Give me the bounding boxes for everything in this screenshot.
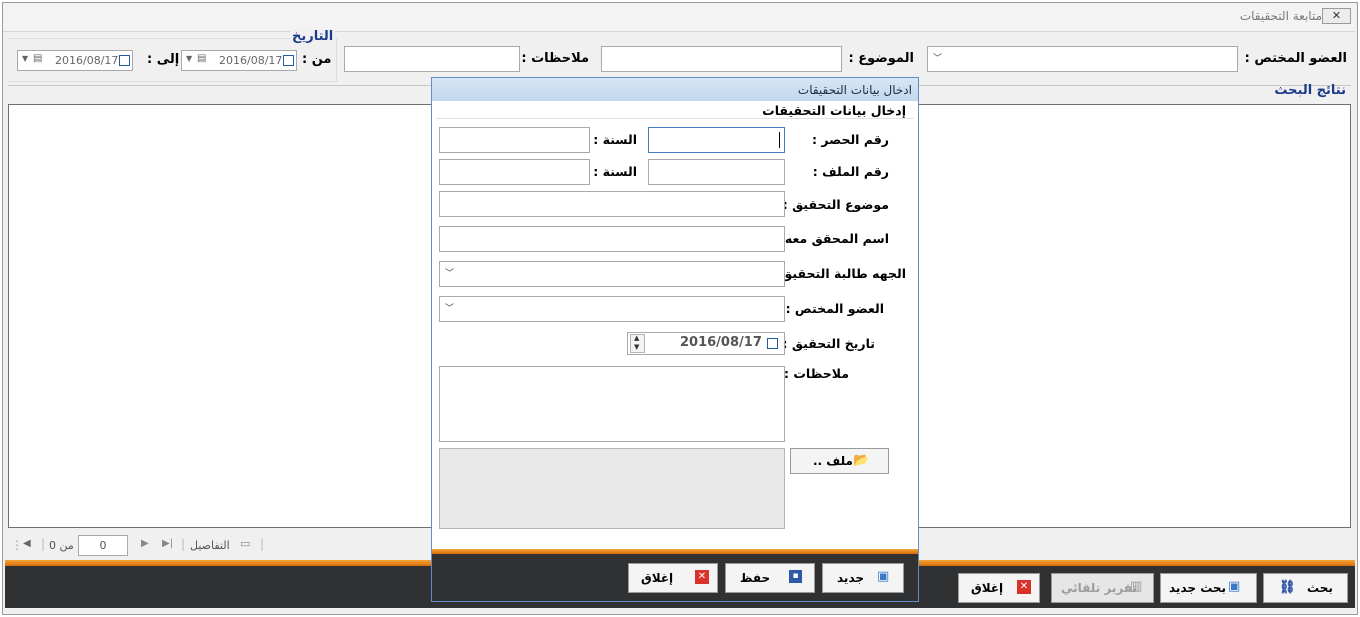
dialog-save-button[interactable]: ▪ حفظ <box>725 563 815 593</box>
nav-divider: | <box>41 537 46 551</box>
dialog-title-bar: ادخال بيانات التحقيقات <box>432 78 918 102</box>
dialog-title: ادخال بيانات التحقيقات <box>797 83 912 97</box>
text-caret <box>779 132 780 148</box>
details-label[interactable]: التفاصيل <box>190 539 230 552</box>
filter-member-combo[interactable]: ﹀ <box>927 46 1238 72</box>
investigation-date-label: تاريخ التحقيق : <box>782 336 875 351</box>
filter-notes-label: ملاحظات : <box>521 51 589 66</box>
filter-notes-input[interactable] <box>344 46 520 72</box>
dialog-notes-label: ملاحظات : <box>783 366 849 381</box>
file-number-input[interactable] <box>648 159 785 185</box>
new-search-button-label: بحث جديد <box>1169 581 1227 595</box>
chevron-down-icon: ﹀ <box>445 269 455 279</box>
close-icon: ✕ <box>1017 580 1031 594</box>
record-count: من 0 <box>49 539 74 552</box>
dialog-member-label: العضو المختص : <box>785 301 884 316</box>
binoculars-icon: ⛓ <box>1279 580 1296 595</box>
spin-up-icon[interactable]: ▲ <box>634 334 639 342</box>
dialog-close-button[interactable]: ✕ إغلاق <box>628 563 718 593</box>
calendar-icon: ▤ <box>33 53 43 64</box>
person-input[interactable] <box>439 226 785 252</box>
title-bar <box>3 3 1355 32</box>
auto-report-button[interactable]: ▥ تقرير تلقائي <box>1051 573 1154 603</box>
results-label: نتائج البحث <box>1274 83 1346 98</box>
from-date-picker[interactable]: 2016/08/17 ▤ ▼ <box>181 50 297 71</box>
dialog-group-label: إدخال بيانات التحقيقات <box>762 103 906 118</box>
attach-file-button[interactable]: 📂 ملف .. <box>790 448 889 474</box>
window-close-button[interactable]: ✕ <box>1322 8 1351 24</box>
year-input[interactable] <box>439 127 590 153</box>
from-date-value: 2016/08/17 <box>219 54 283 67</box>
to-label: إلى : <box>147 52 180 67</box>
to-date-value: 2016/08/17 <box>55 54 119 67</box>
dialog-member-combo[interactable]: ﹀ <box>439 296 785 322</box>
filter-subject-input[interactable] <box>601 46 842 72</box>
file-year-input[interactable] <box>439 159 590 185</box>
date-group-label: التاريخ <box>290 29 336 44</box>
chevron-down-icon: ﹀ <box>445 304 455 314</box>
calendar-icon: ▤ <box>197 53 207 64</box>
filter-subject-label: الموضوع : <box>848 51 914 66</box>
search-button-label: بحث <box>1307 581 1333 595</box>
inventory-input[interactable] <box>648 127 785 153</box>
filter-member-label: العضو المختص : <box>1244 51 1347 66</box>
dialog-group-line <box>436 118 914 119</box>
from-label: من : <box>302 52 332 67</box>
from-date-checkbox[interactable] <box>283 55 294 66</box>
file-year-label: السنة : <box>593 164 637 179</box>
subject-label: موضوع التحقيق : <box>782 197 889 212</box>
close-icon: ✕ <box>695 570 709 584</box>
requester-label: الجهه طالبة التحقيق : <box>771 266 906 281</box>
year-label: السنة : <box>593 132 637 147</box>
to-date-picker[interactable]: 2016/08/17 ▤ ▼ <box>17 50 133 71</box>
chevron-down-icon: ﹀ <box>933 54 943 64</box>
investigation-date-picker[interactable]: 2016/08/17 ▲ ▼ <box>627 332 785 355</box>
to-date-checkbox[interactable] <box>119 55 130 66</box>
close-button-label: إغلاق <box>971 581 1004 595</box>
investigation-date-checkbox[interactable] <box>767 338 778 349</box>
dialog-close-button-label: إغلاق <box>641 571 674 585</box>
dialog-save-button-label: حفظ <box>740 571 771 585</box>
new-document-icon: ▣ <box>877 569 890 584</box>
subject-input[interactable] <box>439 191 785 217</box>
file-number-label: رقم الملف : <box>812 164 889 179</box>
save-icon: ▪ <box>789 570 802 583</box>
close-icon: ✕ <box>1331 9 1342 22</box>
first-record-icon[interactable]: ◀ <box>23 538 31 549</box>
dropdown-arrow-icon[interactable]: ▼ <box>186 54 192 63</box>
investigation-date-value: 2016/08/17 <box>680 335 762 350</box>
spin-down-icon[interactable]: ▼ <box>634 343 639 351</box>
person-label: اسم المحقق معه : <box>775 231 889 246</box>
new-document-icon: ▣ <box>1228 579 1241 594</box>
new-search-button[interactable]: ▣ بحث جديد <box>1160 573 1257 603</box>
inventory-label: رقم الحصر : <box>812 132 889 147</box>
attach-file-button-label: ملف .. <box>813 454 853 468</box>
dialog-notes-textarea[interactable] <box>439 366 785 442</box>
window-title: متابعة التحقيقات <box>1239 9 1322 23</box>
nav-divider: | <box>181 537 186 551</box>
folder-icon: 📂 <box>853 453 870 468</box>
grip-icon: ⋮ <box>11 538 23 552</box>
nav-divider: | <box>260 537 265 551</box>
date-spinner[interactable]: ▲ ▼ <box>630 334 645 353</box>
dropdown-arrow-icon[interactable]: ▼ <box>22 54 28 63</box>
dialog-new-button-label: جديد <box>837 571 865 585</box>
next-record-icon[interactable]: ▶ <box>141 538 149 549</box>
attachment-preview <box>439 448 785 529</box>
details-icon: ▭ <box>240 537 251 550</box>
auto-report-button-label: تقرير تلقائي <box>1061 581 1137 595</box>
requester-combo[interactable]: ﹀ <box>439 261 785 287</box>
close-button[interactable]: ✕ إغلاق <box>958 573 1040 603</box>
dialog-new-button[interactable]: ▣ جديد <box>822 563 904 593</box>
last-record-icon[interactable]: ▶| <box>162 538 173 549</box>
search-button[interactable]: ⛓ بحث <box>1263 573 1348 603</box>
record-position-input[interactable]: 0 <box>78 535 128 556</box>
